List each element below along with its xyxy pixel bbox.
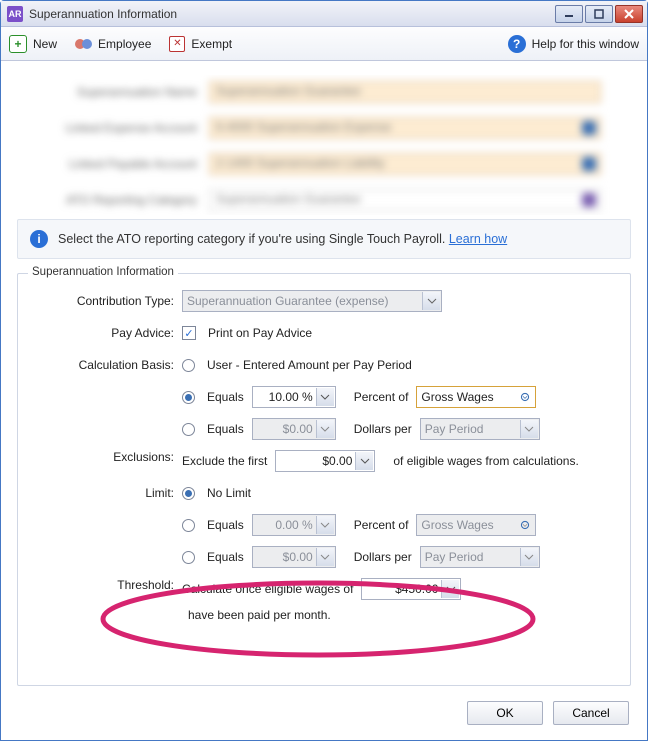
calc-equals-dollar-radio[interactable] — [182, 423, 195, 436]
maximize-button[interactable] — [585, 5, 613, 23]
limit-dollar-radio[interactable] — [182, 551, 195, 564]
chevron-down-icon — [316, 548, 334, 566]
window-title: Superannuation Information — [29, 7, 555, 21]
chevron-down-icon — [520, 420, 538, 438]
limit-none-radio[interactable] — [182, 487, 195, 500]
dropdown-circle-icon — [516, 516, 534, 534]
pay-advice-label: Pay Advice: — [32, 326, 182, 340]
calc-user-radio[interactable] — [182, 359, 195, 372]
contribution-type-label: Contribution Type: — [32, 294, 182, 308]
chevron-down-icon — [441, 580, 459, 598]
banner-text: Select the ATO reporting category if you… — [58, 232, 445, 246]
chevron-down-icon — [355, 452, 373, 470]
app-icon: AR — [7, 6, 23, 22]
title-bar[interactable]: AR Superannuation Information — [1, 1, 647, 27]
threshold-label: Threshold: — [32, 578, 182, 592]
limit-percent-input[interactable]: 0.00 % — [252, 514, 336, 536]
exempt-button[interactable]: ✕ Exempt — [169, 36, 232, 52]
cancel-button[interactable]: Cancel — [553, 701, 629, 725]
footer: OK Cancel — [1, 696, 647, 740]
exclusions-label: Exclusions: — [32, 450, 182, 464]
close-button[interactable] — [615, 5, 643, 23]
exempt-label: Exempt — [191, 37, 232, 51]
help-label: Help for this window — [532, 37, 639, 51]
upper-fields-blurred: Superannuation NameSuperannuation Guaran… — [17, 75, 631, 215]
ok-button[interactable]: OK — [467, 701, 543, 725]
exclusions-amount-input[interactable]: $0.00 — [275, 450, 375, 472]
employee-button[interactable]: Employee — [75, 37, 151, 51]
content-area: Superannuation NameSuperannuation Guaran… — [1, 61, 647, 696]
calc-equals-percent-radio[interactable] — [182, 391, 195, 404]
print-on-pay-advice-checkbox[interactable]: ✓ — [182, 326, 196, 340]
contribution-type-select[interactable]: Superannuation Guarantee (expense) — [182, 290, 442, 312]
limit-dollar-input[interactable]: $0.00 — [252, 546, 336, 568]
info-icon: i — [30, 230, 48, 248]
toolbar: + New Employee ✕ Exempt ? Help for this … — [1, 27, 647, 61]
exempt-icon: ✕ — [169, 36, 185, 52]
new-label: New — [33, 37, 57, 51]
chevron-down-icon — [316, 388, 334, 406]
help-button[interactable]: ? Help for this window — [508, 35, 639, 53]
calc-percent-of-select[interactable]: Gross Wages — [416, 386, 536, 408]
window-frame: AR Superannuation Information + New Empl… — [0, 0, 648, 741]
chevron-down-icon — [316, 516, 334, 534]
limit-label: Limit: — [32, 486, 182, 500]
info-banner: i Select the ATO reporting category if y… — [17, 219, 631, 259]
threshold-amount-input[interactable]: $450.00 — [361, 578, 461, 600]
dropdown-circle-icon — [516, 388, 534, 406]
limit-percent-radio[interactable] — [182, 519, 195, 532]
chevron-down-icon — [520, 548, 538, 566]
help-icon: ? — [508, 35, 526, 53]
limit-dollars-per-select[interactable]: Pay Period — [420, 546, 540, 568]
calc-percent-input[interactable]: 10.00 % — [252, 386, 336, 408]
calc-user-text: User - Entered Amount per Pay Period — [207, 358, 412, 372]
calc-dollar-input[interactable]: $0.00 — [252, 418, 336, 440]
limit-percent-of-select[interactable]: Gross Wages — [416, 514, 536, 536]
employee-label: Employee — [98, 37, 151, 51]
people-icon — [75, 39, 92, 49]
plus-icon: + — [9, 35, 27, 53]
calc-dollars-per-select[interactable]: Pay Period — [420, 418, 540, 440]
super-info-group: Superannuation Information Contribution … — [17, 273, 631, 686]
new-button[interactable]: + New — [9, 35, 57, 53]
minimize-button[interactable] — [555, 5, 583, 23]
calculation-basis-label: Calculation Basis: — [32, 358, 182, 372]
chevron-down-icon — [422, 292, 440, 310]
group-legend: Superannuation Information — [28, 266, 178, 278]
print-on-pay-advice-text: Print on Pay Advice — [208, 326, 312, 340]
learn-how-link[interactable]: Learn how — [449, 232, 507, 246]
chevron-down-icon — [316, 420, 334, 438]
